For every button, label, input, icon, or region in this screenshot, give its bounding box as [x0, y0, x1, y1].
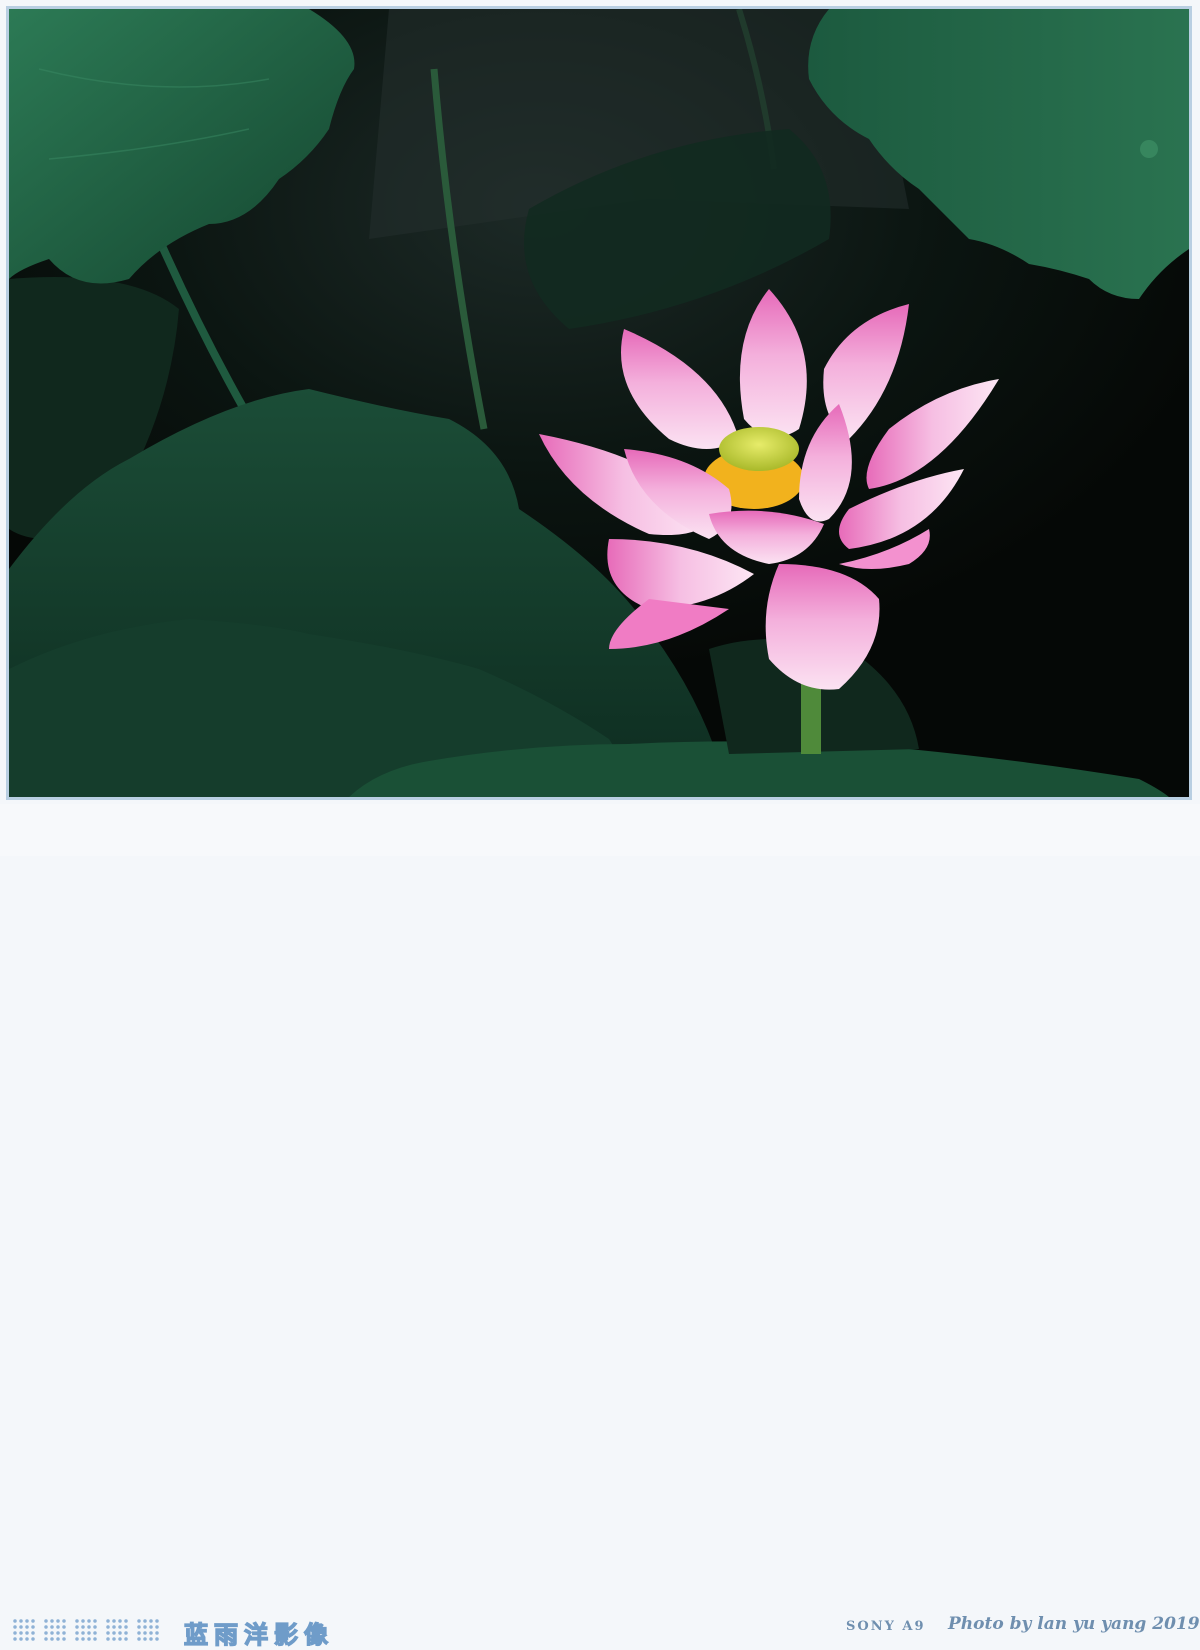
dot-grid-block	[12, 1618, 36, 1642]
dot-grid-block	[74, 1618, 98, 1642]
dot-grid-decoration	[12, 1618, 160, 1642]
photo-frame	[0, 0, 1200, 856]
flower-stem	[801, 679, 821, 754]
dot-grid-block	[105, 1618, 129, 1642]
lotus-photo	[9, 9, 1189, 797]
photo-credit: Photo by lan yu yang 2019	[948, 1614, 1200, 1634]
caption-bar: 蓝雨洋影像 SONY A9 Photo by lan yu yang 2019	[0, 804, 1200, 1650]
leaf-center-dot	[1140, 140, 1158, 158]
camera-model: SONY A9	[846, 1619, 926, 1634]
seed-pod	[719, 427, 799, 471]
dot-grid-block	[136, 1618, 160, 1642]
dot-grid-block	[43, 1618, 67, 1642]
photo	[9, 9, 1189, 797]
brand-watermark: 蓝雨洋影像	[183, 1620, 334, 1649]
